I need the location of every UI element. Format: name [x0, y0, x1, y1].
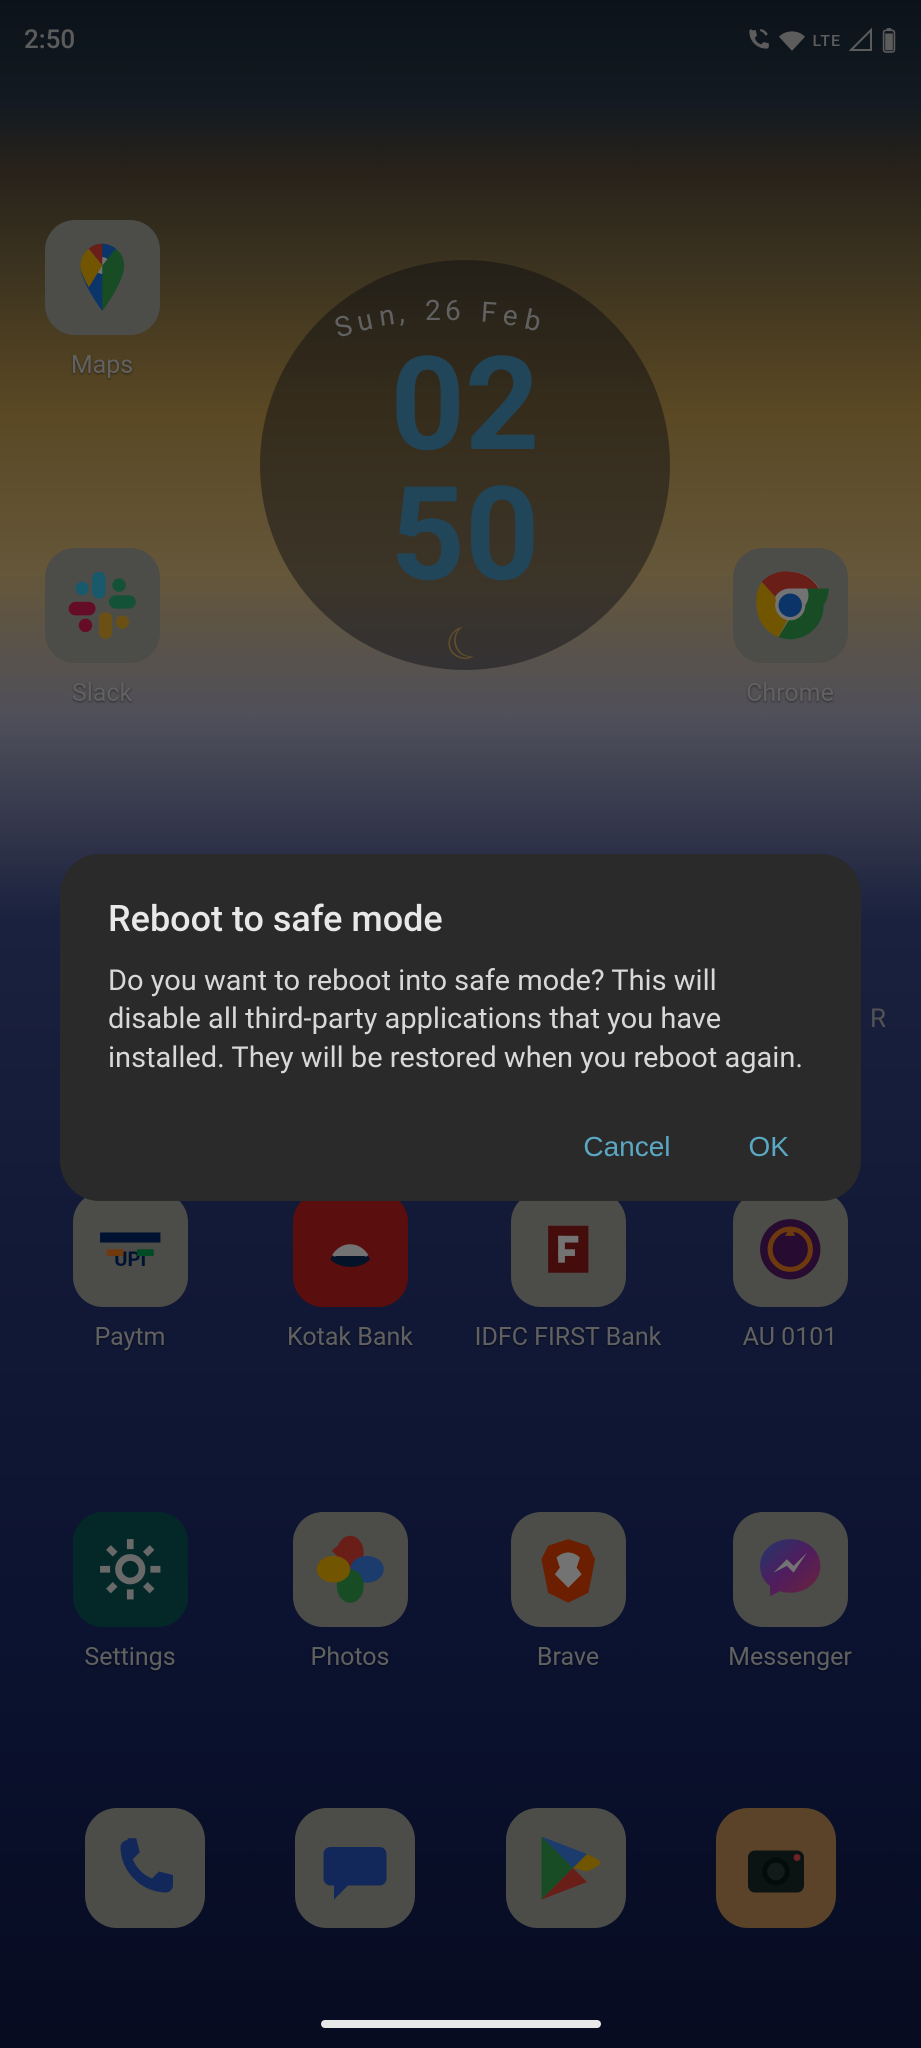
cancel-button[interactable]: Cancel	[579, 1121, 674, 1173]
safe-mode-dialog: Reboot to safe mode Do you want to reboo…	[60, 854, 861, 1201]
navigation-handle[interactable]	[321, 2020, 601, 2028]
dialog-body: Do you want to reboot into safe mode? Th…	[108, 962, 813, 1077]
dialog-actions: Cancel OK	[108, 1121, 813, 1173]
ok-button[interactable]: OK	[745, 1121, 793, 1173]
dialog-title: Reboot to safe mode	[108, 898, 813, 940]
